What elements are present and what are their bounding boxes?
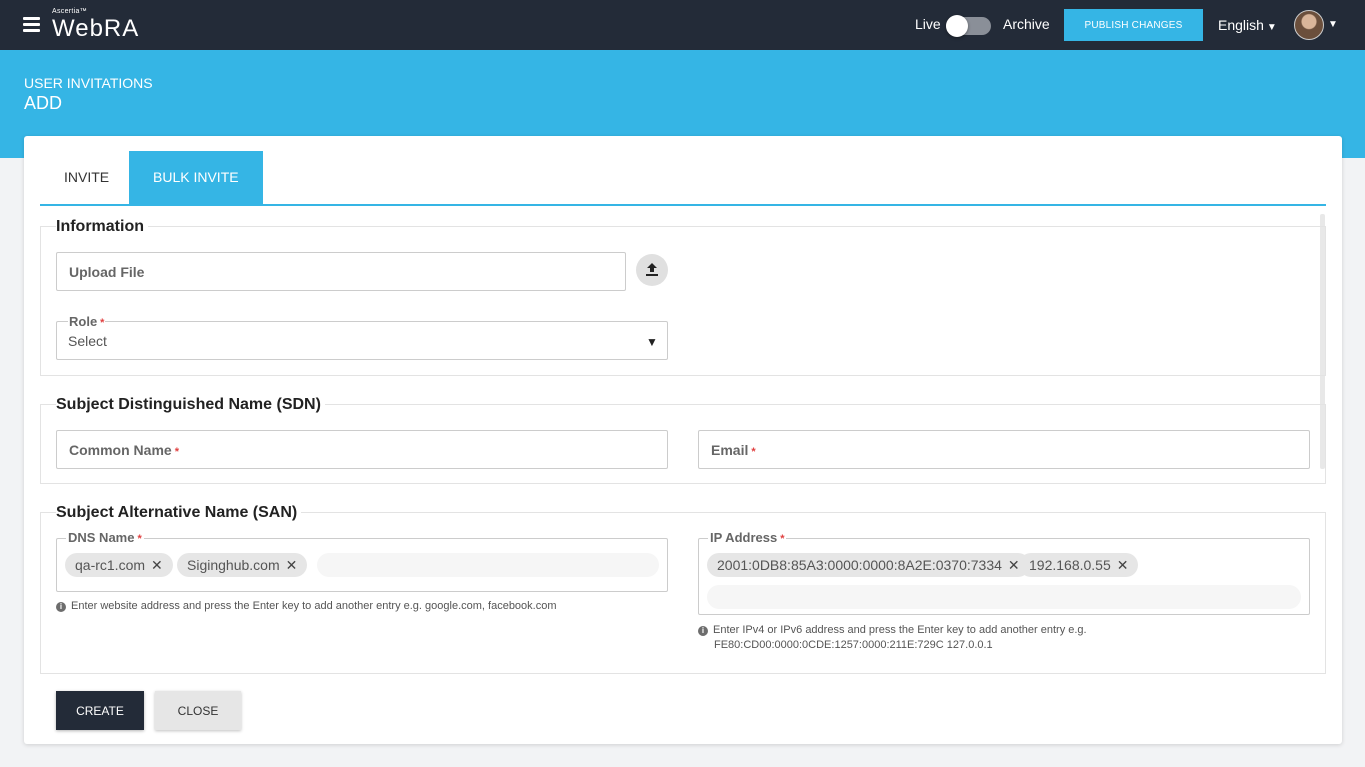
tab-bar: INVITE BULK INVITE [40, 151, 1326, 206]
dns-chip: Siginghub.com ✕ [177, 553, 308, 577]
dns-name-label: DNS Name * [66, 530, 144, 545]
dropdown-caret-icon: ▼ [646, 335, 658, 349]
remove-chip-icon[interactable]: ✕ [151, 557, 163, 573]
language-label: English [1218, 17, 1264, 33]
close-button[interactable]: CLOSE [155, 691, 241, 730]
top-navigation-bar: Ascertia™ WebRA Live Archive PUBLISH CHA… [0, 0, 1365, 50]
breadcrumb: USER INVITATIONS [24, 75, 153, 91]
tab-bulk-invite[interactable]: BULK INVITE [129, 151, 263, 204]
info-icon: i [56, 602, 66, 612]
dns-chip-label: Siginghub.com [187, 557, 280, 573]
upload-icon [646, 263, 658, 276]
required-asterisk: * [751, 446, 756, 458]
required-asterisk: * [174, 446, 179, 458]
toggle-knob [946, 15, 968, 37]
ip-chip: 2001:0DB8:85A3:0000:0000:8A2E:0370:7334 ✕ [707, 553, 1030, 577]
required-asterisk: * [100, 317, 105, 329]
required-asterisk: * [780, 533, 785, 545]
ip-address-label: IP Address * [708, 530, 787, 545]
dns-chip-label: qa-rc1.com [75, 557, 146, 573]
user-menu-chevron-down-icon[interactable]: ▼ [1328, 19, 1338, 30]
remove-chip-icon[interactable]: ✕ [1117, 557, 1129, 573]
tab-invite[interactable]: INVITE [40, 151, 133, 204]
ip-address-field[interactable]: 2001:0DB8:85A3:0000:0000:8A2E:0370:7334 ✕… [698, 538, 1310, 615]
upload-button[interactable] [636, 254, 668, 286]
app-logo[interactable]: Ascertia™ WebRA [52, 8, 139, 42]
info-icon: i [698, 626, 708, 636]
role-label: Role * [68, 314, 106, 329]
upload-file-placeholder: Upload File [69, 264, 145, 280]
remove-chip-icon[interactable]: ✕ [286, 557, 298, 573]
role-select[interactable] [56, 321, 668, 360]
email-field[interactable]: Email * [698, 430, 1310, 469]
sdn-title: Subject Distinguished Name (SDN) [56, 396, 325, 414]
brand-name: WebRA [52, 15, 140, 42]
dns-hint: i Enter website address and press the Ent… [56, 599, 557, 614]
form-card: INVITE BULK INVITE Information Upload Fi… [24, 136, 1342, 744]
role-select-value: Select [68, 333, 107, 349]
upload-file-field[interactable]: Upload File [56, 252, 626, 291]
dns-name-field[interactable]: qa-rc1.com ✕ Siginghub.com ✕ [56, 538, 668, 592]
remove-chip-icon[interactable]: ✕ [1008, 557, 1020, 573]
common-name-field[interactable]: Common Name * [56, 430, 668, 469]
menu-icon[interactable] [23, 17, 40, 32]
create-button[interactable]: CREATE [56, 691, 144, 730]
ip-chip-label: 2001:0DB8:85A3:0000:0000:8A2E:0370:7334 [717, 557, 1002, 573]
san-title: Subject Alternative Name (SAN) [56, 504, 302, 522]
email-label: Email * [711, 442, 756, 458]
dns-chip: qa-rc1.com ✕ [65, 553, 173, 577]
language-selector[interactable]: English ▼ [1218, 17, 1277, 33]
live-archive-toggle[interactable] [946, 15, 991, 37]
user-avatar[interactable] [1294, 10, 1324, 40]
information-title: Information [56, 218, 148, 236]
ip-chip-label: 192.168.0.55 [1029, 557, 1111, 573]
page-title: ADD [24, 93, 63, 113]
ip-entry-input[interactable] [707, 585, 1301, 609]
dns-entry-input[interactable] [317, 553, 659, 577]
ip-hint: i Enter IPv4 or IPv6 address and press th… [698, 623, 1087, 653]
footer-divider [40, 673, 1326, 674]
ip-chip: 192.168.0.55 ✕ [1019, 553, 1139, 577]
required-asterisk: * [137, 533, 142, 545]
common-name-label: Common Name * [69, 442, 179, 458]
publish-changes-button[interactable]: PUBLISH CHANGES [1064, 9, 1203, 41]
chevron-down-icon: ▼ [1266, 22, 1277, 33]
archive-label: Archive [1003, 16, 1050, 32]
live-label: Live [915, 16, 941, 32]
